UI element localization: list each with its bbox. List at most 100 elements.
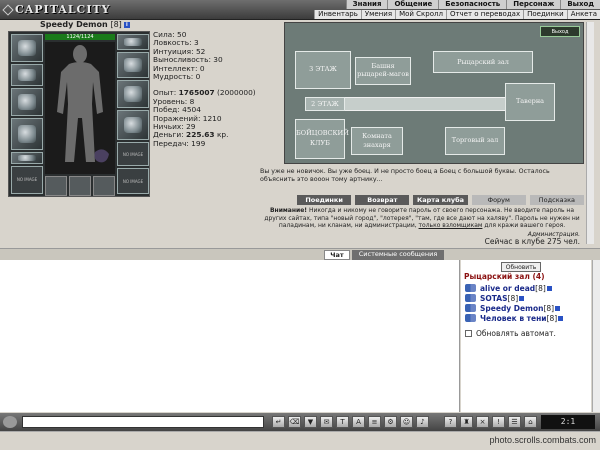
bracer-slot[interactable] <box>117 80 149 108</box>
empty-slot[interactable]: NO IMAGE <box>117 142 149 166</box>
status-description: Вы уже не новичок. Вы уже боец. И не про… <box>260 168 550 183</box>
earring-icon <box>124 37 142 47</box>
chat-area[interactable] <box>0 260 460 412</box>
ring-slot-3[interactable] <box>93 176 115 196</box>
ring-slot-2[interactable] <box>69 176 91 196</box>
subnav-profile[interactable]: Анкета <box>566 10 600 19</box>
hackers-link[interactable]: только взломщикам <box>419 222 483 229</box>
logo-text: CAPITALCITY <box>15 3 111 16</box>
server-clock: 2:1 <box>541 415 595 429</box>
tab-chat[interactable]: Чат <box>324 250 350 260</box>
info-icon[interactable] <box>555 305 561 311</box>
help-icon[interactable]: ! <box>492 416 505 428</box>
bracer-icon <box>124 86 142 102</box>
shield-slot[interactable] <box>117 110 149 140</box>
nav-communication[interactable]: Общение <box>387 0 438 9</box>
chat-input[interactable] <box>22 416 264 428</box>
map-icon[interactable]: ⌂ <box>524 416 537 428</box>
subnav-fights[interactable]: Поединки <box>523 10 567 19</box>
room-floor3[interactable]: 3 ЭТАЖ <box>295 51 351 89</box>
subnav-my-scroll[interactable]: Мой Скролл <box>395 10 446 19</box>
club-map-button[interactable]: Карта клуба <box>413 195 468 205</box>
top-scrollbar[interactable] <box>586 22 594 244</box>
fights-button[interactable]: Поединки <box>297 195 352 205</box>
room-tower[interactable]: Башня рыцарей-магов <box>355 57 411 85</box>
user-icon <box>465 304 476 312</box>
room-title: Рыцарский зал (4) <box>464 272 545 281</box>
shield-icon <box>124 116 142 134</box>
smiley-icon[interactable]: ☺ <box>400 416 413 428</box>
refresh-button[interactable]: Обновить <box>501 262 541 272</box>
amulet-slot[interactable] <box>11 64 43 86</box>
main-nav: Знания Общение Безопасность Персонаж Вых… <box>345 0 600 9</box>
clear-icon[interactable]: ⌫ <box>288 416 301 428</box>
security-warning: Внимание! Никогда и никому не говорите п… <box>264 207 580 230</box>
hp-value: 1124/1124 <box>66 34 94 40</box>
filter-icon[interactable]: ▼ <box>304 416 317 428</box>
belt-slot[interactable] <box>11 152 43 164</box>
list-icon[interactable]: ≡ <box>368 416 381 428</box>
exit-button[interactable]: Выход <box>540 26 580 37</box>
empty-slot[interactable]: NO IMAGE <box>11 166 43 194</box>
user-icon <box>465 314 476 322</box>
room-floor2[interactable]: 2 ЭТАЖ <box>305 97 345 111</box>
room-tavern[interactable]: Таверна <box>505 83 555 121</box>
hint-button[interactable]: Подсказка <box>529 195 585 205</box>
gloves-slot[interactable] <box>117 52 149 78</box>
equipment-box: NO IMAGE 1124/1124 NO IMAGE NO IMAGE <box>8 31 150 197</box>
auto-refresh-toggle[interactable]: Обновлять автомат. <box>465 329 556 338</box>
logo: CAPITALCITY <box>2 3 111 16</box>
private-icon[interactable]: ✉ <box>320 416 333 428</box>
back-button[interactable]: Возврат <box>355 195 410 205</box>
hp-bar: 1124/1124 <box>45 34 115 40</box>
bag-icon[interactable]: ♜ <box>460 416 473 428</box>
subnav-skills[interactable]: Умения <box>360 10 395 19</box>
stat-wisdom: Мудрость: 0 <box>153 72 201 82</box>
character-name[interactable]: Speedy Demon [8] i <box>40 20 130 29</box>
subnav-transfers[interactable]: Отчет о переводах <box>445 10 523 19</box>
logo-mark-icon <box>2 4 14 16</box>
armor-slot[interactable] <box>11 118 43 150</box>
info-icon[interactable] <box>558 315 564 321</box>
home-icon[interactable] <box>3 416 17 428</box>
no-image-label: NO IMAGE <box>16 177 38 183</box>
info-icon[interactable] <box>546 285 552 291</box>
room-trade-hall[interactable]: Торговый зал <box>445 127 505 155</box>
nav-knowledge[interactable]: Знания <box>345 0 388 9</box>
earring-slot[interactable] <box>117 34 149 50</box>
character-panel: Speedy Demon [8] i NO IMAGE 1124/1124 NO… <box>8 20 150 198</box>
empty-slot[interactable]: NO IMAGE <box>117 168 149 194</box>
auto-refresh-checkbox[interactable] <box>465 330 472 337</box>
watermark: photo.scrolls.combats.com <box>489 435 596 445</box>
amulet-icon <box>18 69 36 81</box>
subnav-inventory[interactable]: Инвентарь <box>314 10 361 19</box>
exit-icon[interactable]: × <box>476 416 489 428</box>
user-item[interactable]: Человек в тени [8] <box>465 313 589 323</box>
party-icon[interactable]: ☰ <box>508 416 521 428</box>
nav-exit[interactable]: Выход <box>560 0 600 9</box>
forum-button[interactable]: Форум <box>471 195 526 205</box>
info-icon[interactable]: i <box>123 21 130 28</box>
translit-icon[interactable]: T <box>336 416 349 428</box>
nav-character[interactable]: Персонаж <box>506 0 560 9</box>
user-item[interactable]: alive or dead [8] <box>465 283 589 293</box>
quest-icon[interactable]: ? <box>444 416 457 428</box>
helmet-slot[interactable] <box>11 34 43 62</box>
gloves-icon <box>124 57 142 73</box>
info-icon[interactable] <box>519 295 525 301</box>
room-fight-club[interactable]: БОЙЦОВСКИЙ КЛУБ <box>295 119 349 159</box>
send-icon[interactable]: ↵ <box>272 416 285 428</box>
user-item[interactable]: Speedy Demon [8] <box>465 303 589 313</box>
chat-scrollbar[interactable] <box>592 260 600 412</box>
belt-icon <box>18 155 36 161</box>
weapon-slot[interactable] <box>11 88 43 116</box>
sound-icon[interactable]: ♪ <box>416 416 429 428</box>
ring-slot-1[interactable] <box>45 176 67 196</box>
settings-icon[interactable]: ⚙ <box>384 416 397 428</box>
room-newbie[interactable]: Комната знахаря <box>351 127 403 155</box>
font-icon[interactable]: A <box>352 416 365 428</box>
tab-system-messages[interactable]: Системные сообщения <box>352 250 444 260</box>
user-item[interactable]: SOTAS [8] <box>465 293 589 303</box>
room-knights-hall[interactable]: Рыцарский зал <box>433 51 533 73</box>
nav-security[interactable]: Безопасность <box>438 0 506 9</box>
